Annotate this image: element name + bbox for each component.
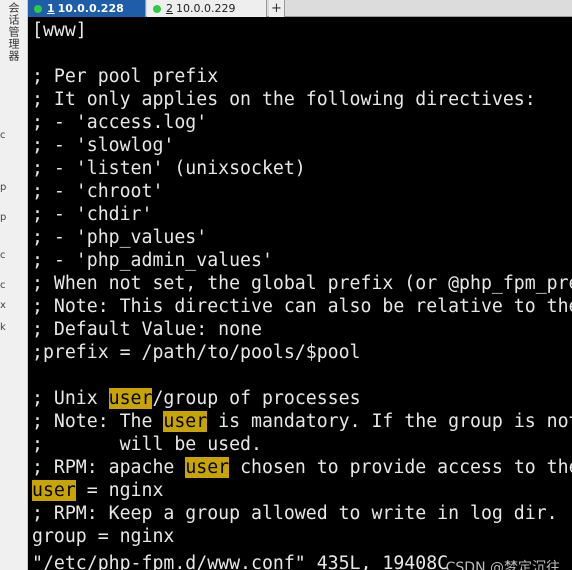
terminal-line-text: ; RPM: apache xyxy=(32,457,186,478)
search-match-highlight: user xyxy=(185,457,230,478)
tab-label: 10.0.0.229 xyxy=(176,2,236,15)
terminal-line-text: ; - 'slowlog' xyxy=(32,135,175,156)
tab-label: 10.0.0.228 xyxy=(57,2,124,15)
terminal-line: ; - 'listen' (unixsocket) xyxy=(32,157,306,180)
terminal-line: ; RPM: Keep a group allowed to write in … xyxy=(32,502,558,525)
terminal-line-text: ; - 'access.log' xyxy=(32,112,208,133)
tab-session-1[interactable]: 1 10.0.0.228 xyxy=(28,0,146,17)
terminal-line-text: ; - 'php_values' xyxy=(32,227,208,248)
search-match-highlight: user xyxy=(108,388,153,409)
terminal-line: ; Unix user/group of processes xyxy=(32,387,361,410)
terminal-line-text: ;prefix = /path/to/pools/$pool xyxy=(32,342,361,363)
vim-status-line: "/etc/php-fpm.d/www.conf" 435L, 19408C xyxy=(32,553,449,570)
tab-number: 2 xyxy=(166,2,173,15)
search-match-highlight: user xyxy=(163,411,208,432)
terminal-line-text: ; When not set, the global prefix (or @p… xyxy=(32,273,572,294)
terminal-line: ; will be used. xyxy=(32,433,262,456)
terminal-line: ; - 'chroot' xyxy=(32,180,163,203)
terminal-output[interactable]: "/etc/php-fpm.d/www.conf" 435L, 19408C C… xyxy=(28,17,572,570)
terminal-line: ; When not set, the global prefix (or @p… xyxy=(32,272,572,295)
new-tab-button[interactable]: + xyxy=(269,0,285,17)
sidebar-mark: p xyxy=(0,212,7,223)
terminal-line-text: ; - 'chdir' xyxy=(32,204,153,225)
connected-status-icon xyxy=(34,4,42,13)
terminal-line-text: ; Default Value: none xyxy=(32,319,262,340)
tab-number: 1 xyxy=(47,2,55,15)
sidebar-mark: p xyxy=(0,182,7,193)
terminal-line: ; Note: The user is mandatory. If the gr… xyxy=(32,410,572,433)
terminal-line-text: ; - 'chroot' xyxy=(32,181,164,202)
terminal-line-text: /group of processes xyxy=(152,388,361,409)
terminal-line: group = nginx xyxy=(32,525,174,548)
terminal-line: ; - 'php_values' xyxy=(32,226,207,249)
terminal-line: ; It only applies on the following direc… xyxy=(32,88,536,111)
terminal-line: ; - 'slowlog' xyxy=(32,134,174,157)
terminal-line-text: ; will be used. xyxy=(32,434,262,455)
sidebar-mark: c xyxy=(0,130,6,141)
connected-status-icon xyxy=(153,4,161,13)
terminal-line: ; RPM: apache user chosen to provide acc… xyxy=(32,456,572,479)
sidebar-mark: c xyxy=(0,280,6,291)
sidebar-mark: k xyxy=(0,322,6,333)
session-tab-bar: 1 10.0.0.228 2 10.0.0.229 + xyxy=(28,0,572,17)
terminal-line: ; - 'access.log' xyxy=(32,111,207,134)
terminal-line-text: ; - 'listen' (unixsocket) xyxy=(32,158,306,179)
terminal-line-text: ; Per pool prefix xyxy=(32,66,219,87)
sidebar-mark: x xyxy=(0,300,6,311)
terminal-line-text: ; Unix xyxy=(32,388,109,409)
terminal-line-text: group = nginx xyxy=(32,526,175,547)
terminal-line-text: ; RPM: Keep a group allowed to write in … xyxy=(32,503,558,524)
terminal-line-text: ; It only applies on the following direc… xyxy=(32,89,536,110)
sidebar-mark: c xyxy=(0,250,6,261)
terminal-line-text: is mandatory. If the group is not set, t… xyxy=(218,411,572,432)
tab-session-2[interactable]: 2 10.0.0.229 xyxy=(147,0,267,17)
terminal-line: ; - 'chdir' xyxy=(32,203,152,226)
terminal-line-text: [www] xyxy=(32,20,87,41)
watermark: CSDN @梦定沉往 xyxy=(445,560,560,570)
terminal-line-text: chosen to provide access to the same dir… xyxy=(240,457,572,478)
terminal-line-text: = nginx xyxy=(75,480,164,501)
terminal-line: user = nginx xyxy=(32,479,163,502)
terminal-line-text: ; - 'php_admin_values' xyxy=(32,250,273,271)
terminal-line: ; - 'php_admin_values' xyxy=(32,249,273,272)
terminal-line: [www] xyxy=(32,19,87,42)
terminal-line-text: ; Note: This directive can also be relat… xyxy=(32,296,572,317)
terminal-line-text: ; Note: The xyxy=(32,411,164,432)
terminal-line: ; Note: This directive can also be relat… xyxy=(32,295,572,318)
terminal-line: ; Per pool prefix xyxy=(32,65,218,88)
search-match-highlight: user xyxy=(32,480,76,501)
session-manager-label: 会话管理器 xyxy=(7,2,20,62)
terminal-line: ;prefix = /path/to/pools/$pool xyxy=(32,341,361,364)
terminal-line: ; Default Value: none xyxy=(32,318,262,341)
session-manager-panel[interactable]: 会话管理器 c p p c c x k xyxy=(0,0,28,570)
